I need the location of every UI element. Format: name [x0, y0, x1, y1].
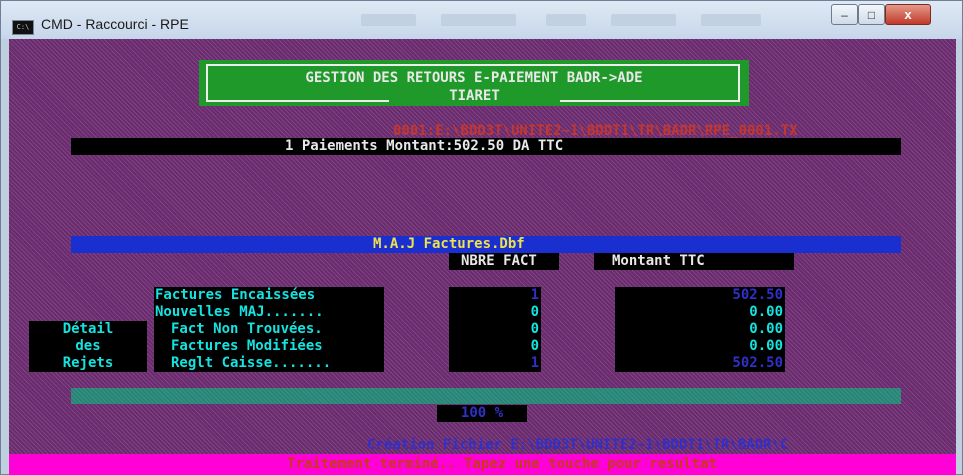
header-border-left	[206, 100, 389, 102]
nbre-value: 1	[530, 287, 539, 303]
close-button[interactable]: x	[885, 4, 931, 25]
montant-value: 0.00	[749, 321, 783, 337]
console-area[interactable]: GESTION DES RETOURS E-PAIEMENT BADR->ADE…	[9, 39, 956, 475]
blurred-background-text	[441, 14, 516, 26]
maximize-button[interactable]: □	[858, 4, 885, 25]
header-border-right	[560, 100, 740, 102]
header-subtitle: TIARET	[449, 88, 500, 104]
detail-rejets-label: Détail	[62, 321, 114, 337]
nbre-value: 0	[530, 338, 539, 354]
montant-ttc-header: Montant TTC	[612, 253, 705, 269]
progress-bar	[71, 388, 901, 404]
detail-rejets-label: Rejets	[62, 355, 114, 371]
blurred-background-text	[361, 14, 416, 26]
row-label: Factures Encaissées	[155, 287, 316, 303]
window-title: CMD - Raccourci - RPE	[41, 16, 189, 32]
creation-fichier-text: Création Fichier E:\BDD3T\UNITE2~1\BDDT1…	[367, 437, 789, 453]
progress-percent: 100 %	[460, 405, 504, 421]
row-label: Nouvelles MAJ.......	[155, 304, 324, 320]
row-label: Fact Non Trouvées.	[171, 321, 323, 337]
montant-value: 502.50	[732, 287, 783, 303]
montant-value: 0.00	[749, 304, 783, 320]
row-label: Reglt Caisse.......	[171, 355, 332, 371]
nbre-value: 0	[530, 304, 539, 320]
file-path-text: 0001:E:\BDD3T\UNITE2~1\BDDT1\TR\BADR\RPE…	[393, 123, 798, 139]
header-box: GESTION DES RETOURS E-PAIEMENT BADR->ADE…	[199, 60, 749, 106]
nbre-fact-header: NBRE FACT	[461, 253, 537, 269]
nbre-value: 1	[530, 355, 539, 371]
maj-label: M.A.J Factures.Dbf	[373, 236, 525, 252]
montant-value: 502.50	[732, 355, 783, 371]
row-label: Factures Modifiées	[171, 338, 323, 354]
detail-rejets-label: des	[75, 338, 101, 354]
cmd-icon: C:\	[12, 20, 34, 35]
progress-fill	[71, 388, 901, 404]
header-title: GESTION DES RETOURS E-PAIEMENT BADR->ADE	[305, 70, 643, 86]
minimize-button[interactable]: –	[831, 4, 858, 25]
montant-value: 0.00	[749, 338, 783, 354]
summary-text: 1 Paiements Montant:502.50 DA TTC	[285, 138, 564, 154]
title-bar[interactable]: C:\ CMD - Raccourci - RPE – □ x	[1, 1, 962, 39]
cmd-window: C:\ CMD - Raccourci - RPE – □ x GESTION …	[0, 0, 963, 475]
blurred-background-text	[611, 14, 676, 26]
status-text: Traitement terminé.. Tapez une touche po…	[287, 456, 717, 472]
nbre-value: 0	[530, 321, 539, 337]
blurred-background-text	[546, 14, 586, 26]
blurred-background-text	[701, 14, 761, 26]
